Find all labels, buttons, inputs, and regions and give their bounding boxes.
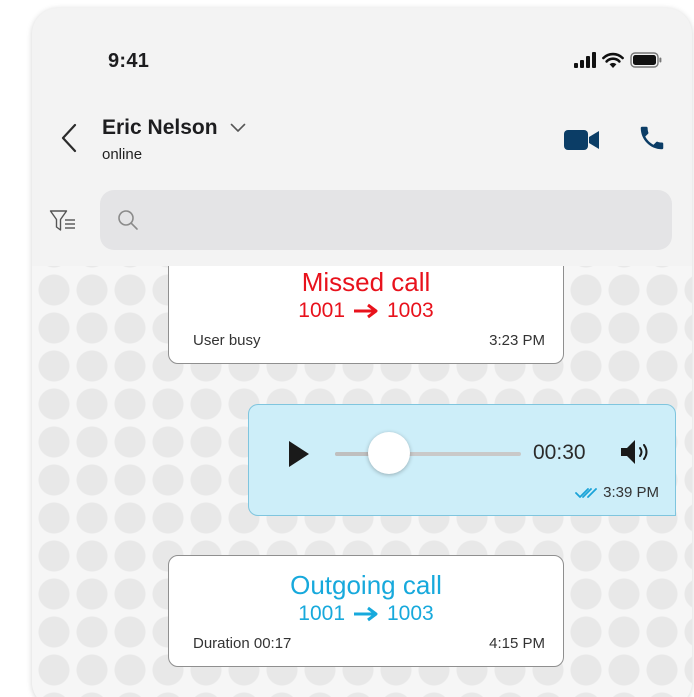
status-time: 9:41 <box>108 50 150 72</box>
call-to: 1003 <box>387 299 434 322</box>
video-call-button[interactable] <box>562 126 602 154</box>
arrow-right-icon <box>354 606 378 622</box>
call-title: Missed call <box>301 267 431 297</box>
filter-icon <box>49 210 75 231</box>
voice-duration: 00:30 <box>533 441 586 464</box>
outgoing-call-card[interactable]: Outgoing call 1001 1003 Duration 00:17 4… <box>168 555 564 667</box>
audio-progress-slider[interactable] <box>335 452 521 456</box>
missed-call-card[interactable]: Missed call 1001 1003 User busy 3:23 PM <box>168 266 564 364</box>
video-icon <box>564 130 599 150</box>
message-time: 4:15 PM <box>489 635 545 652</box>
phone-icon <box>640 126 664 150</box>
message-time: 3:39 PM <box>603 484 659 501</box>
arrow-right-icon <box>354 303 378 319</box>
search-icon <box>118 210 138 230</box>
battery-icon <box>630 52 662 68</box>
search-box[interactable] <box>100 190 672 250</box>
double-check-icon <box>575 487 598 498</box>
status-bar: 9:41 <box>32 8 692 98</box>
chat-header: Eric Nelson online <box>32 108 692 178</box>
signal-icon <box>574 52 596 68</box>
call-from: 1001 <box>298 299 345 322</box>
contact-name: Eric Nelson <box>102 116 218 139</box>
phone-frame: 9:41 Eric Nelson online Missed call 1001… <box>32 8 692 697</box>
voice-meta: 3:39 PM <box>575 484 659 501</box>
call-note: User busy <box>193 332 261 349</box>
back-button[interactable] <box>54 118 84 158</box>
chevron-down-icon <box>230 123 245 132</box>
wifi-icon <box>602 52 624 68</box>
voice-call-button[interactable] <box>636 122 668 154</box>
play-icon[interactable] <box>287 439 311 469</box>
contact-name-dropdown[interactable]: Eric Nelson <box>102 116 246 140</box>
call-route: 1001 1003 <box>169 299 563 323</box>
call-title: Outgoing call <box>290 570 442 600</box>
back-icon <box>61 123 77 153</box>
call-to: 1003 <box>387 602 434 625</box>
call-route: 1001 1003 <box>169 602 563 626</box>
message-time: 3:23 PM <box>489 332 545 349</box>
call-note: Duration 00:17 <box>193 635 292 652</box>
filter-button[interactable] <box>46 204 80 238</box>
audio-progress-thumb[interactable] <box>367 432 410 474</box>
status-icons <box>574 50 662 70</box>
contact-status: online <box>102 146 143 163</box>
search-input[interactable] <box>150 202 650 238</box>
chat-area[interactable]: Missed call 1001 1003 User busy 3:23 PM … <box>32 266 692 697</box>
call-from: 1001 <box>298 602 345 625</box>
voice-message-bubble[interactable]: 00:30 3:39 PM <box>248 404 676 516</box>
volume-icon[interactable] <box>619 437 653 467</box>
